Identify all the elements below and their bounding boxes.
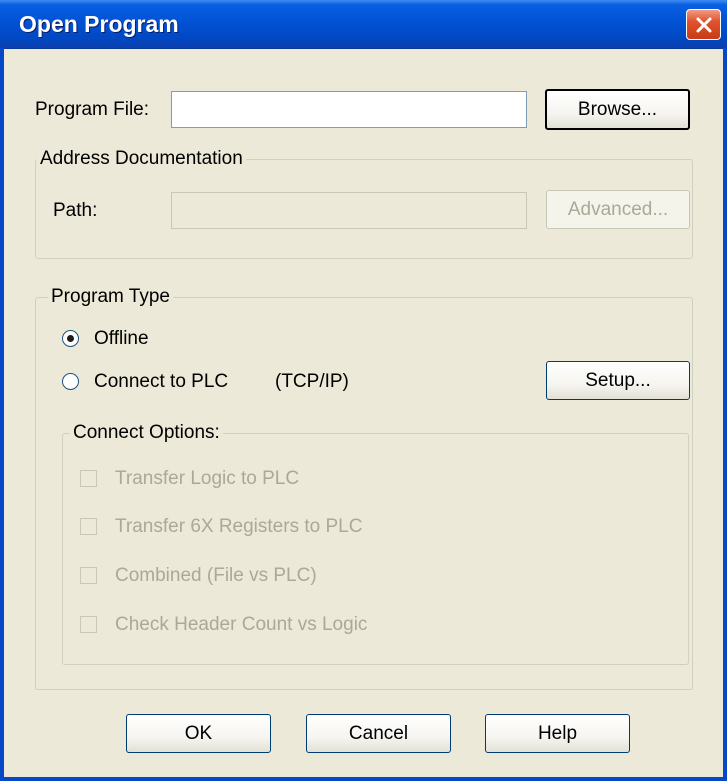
transfer-logic-label: Transfer Logic to PLC [115, 468, 300, 489]
cancel-button[interactable]: Cancel [306, 714, 451, 753]
open-program-dialog: Open Program Program File: Browse... Add… [0, 0, 727, 781]
ok-button[interactable]: OK [126, 714, 271, 753]
window-frame-bottom [0, 777, 727, 781]
window-title: Open Program [19, 11, 179, 37]
check-header-count-checkbox[interactable] [80, 616, 97, 633]
title-bar[interactable]: Open Program [0, 0, 727, 49]
program-type-legend: Program Type [48, 286, 173, 308]
connect-to-plc-label[interactable]: Connect to PLC [94, 371, 228, 393]
connect-options-legend: Connect Options: [70, 422, 223, 444]
connection-protocol-label: (TCP/IP) [275, 371, 349, 392]
check-header-count-label: Check Header Count vs Logic [115, 614, 368, 635]
combined-label: Combined (File vs PLC) [115, 565, 317, 586]
close-button[interactable] [686, 9, 721, 40]
path-input[interactable] [171, 192, 527, 229]
help-button[interactable]: Help [485, 714, 630, 753]
radio-selected-dot [67, 335, 74, 342]
transfer-6x-registers-label: Transfer 6X Registers to PLC [115, 516, 363, 537]
window-frame-right [723, 48, 727, 781]
advanced-button[interactable]: Advanced... [546, 190, 690, 229]
offline-radio[interactable] [62, 330, 79, 347]
close-icon [696, 17, 711, 32]
browse-button[interactable]: Browse... [545, 89, 690, 130]
program-file-label: Program File: [35, 99, 150, 120]
setup-button[interactable]: Setup... [546, 361, 690, 400]
connect-to-plc-radio[interactable] [62, 373, 79, 390]
window-frame-left [0, 48, 4, 781]
path-label: Path: [53, 200, 98, 221]
program-file-input[interactable] [171, 91, 527, 128]
offline-label[interactable]: Offline [94, 328, 149, 350]
combined-checkbox[interactable] [80, 567, 97, 584]
transfer-6x-registers-checkbox[interactable] [80, 518, 97, 535]
address-documentation-legend: Address Documentation [37, 148, 246, 170]
transfer-logic-checkbox[interactable] [80, 470, 97, 487]
